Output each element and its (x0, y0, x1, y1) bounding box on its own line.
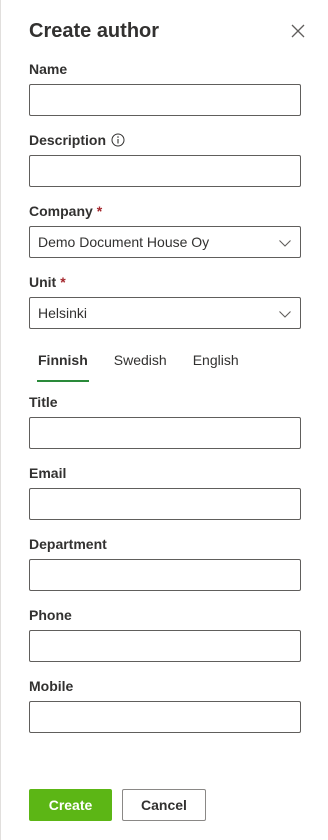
language-tabs: Finnish Swedish English (29, 344, 256, 384)
panel-footer: Create Cancel (29, 789, 206, 821)
chevron-down-icon (278, 236, 292, 255)
create-button[interactable]: Create (29, 789, 112, 821)
title-input[interactable] (29, 417, 301, 449)
chevron-down-icon (278, 307, 292, 326)
name-field-group: Name (29, 59, 301, 116)
required-indicator: * (60, 274, 66, 290)
department-label: Department (29, 536, 107, 552)
mobile-input[interactable] (29, 701, 301, 733)
create-author-panel: Create author Name Description Company *… (0, 0, 328, 840)
name-label: Name (29, 61, 68, 77)
description-input[interactable] (29, 155, 301, 187)
company-field-group: Company * Demo Document House Oy (29, 201, 301, 258)
close-icon[interactable] (286, 19, 310, 43)
email-input[interactable] (29, 488, 301, 520)
required-indicator: * (96, 203, 103, 219)
phone-input[interactable] (29, 630, 301, 662)
description-field-group: Description (29, 130, 301, 187)
unit-dropdown[interactable]: Helsinki (29, 297, 301, 329)
description-label: Description (29, 132, 107, 148)
email-label: Email (29, 465, 67, 481)
department-input[interactable] (29, 559, 301, 591)
department-field-group: Department (29, 534, 301, 591)
phone-label: Phone (29, 607, 72, 623)
panel-header: Create author (29, 17, 310, 45)
tab-english[interactable]: English (184, 344, 248, 382)
company-dropdown[interactable]: Demo Document House Oy (29, 226, 301, 258)
cancel-button[interactable]: Cancel (122, 789, 206, 821)
name-input[interactable] (29, 84, 301, 116)
mobile-field-group: Mobile (29, 676, 301, 733)
title-label: Title (29, 394, 58, 410)
email-field-group: Email (29, 463, 301, 520)
phone-field-group: Phone (29, 605, 301, 662)
info-icon[interactable] (111, 133, 125, 147)
tab-finnish[interactable]: Finnish (29, 344, 97, 382)
unit-label: Unit (29, 274, 57, 290)
title-field-group: Title (29, 392, 301, 449)
unit-field-group: Unit * Helsinki (29, 272, 301, 329)
company-selected-value: Demo Document House Oy (38, 234, 210, 250)
company-label: Company (29, 203, 93, 219)
tab-swedish[interactable]: Swedish (105, 344, 176, 382)
panel-title: Create author (29, 20, 160, 42)
mobile-label: Mobile (29, 678, 74, 694)
unit-selected-value: Helsinki (38, 305, 88, 321)
